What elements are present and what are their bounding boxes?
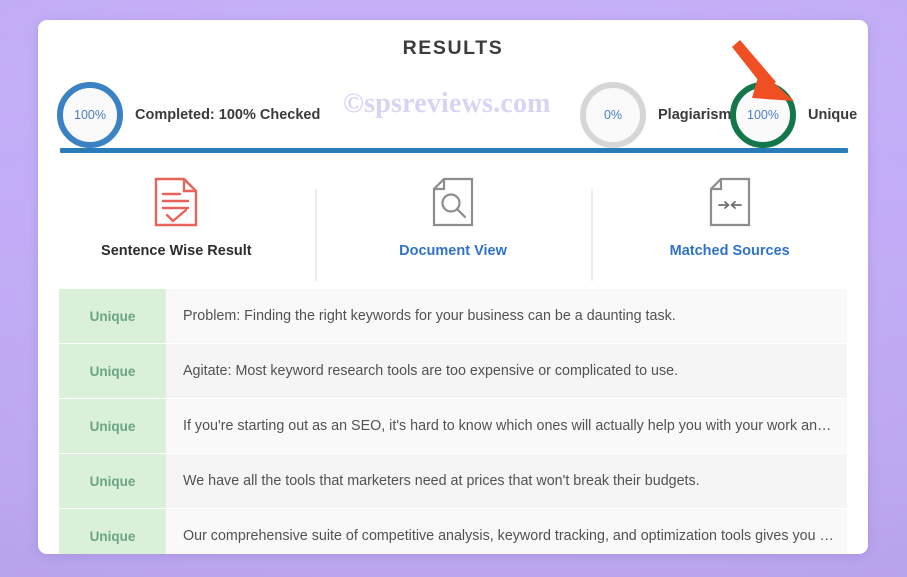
tab-label-document-view: Document View [399,243,507,259]
tab-label-sentence-wise-result: Sentence Wise Result [101,243,252,259]
status-badge: Unique [59,344,166,398]
status-badge: Unique [59,399,166,453]
sentence-text: If you're starting out as an SEO, it's h… [183,418,832,434]
results-tabs: Sentence Wise Result Document View Match… [38,175,868,281]
table-row[interactable]: Unique Problem: Finding the right keywor… [59,289,847,343]
completed-label: Completed: 100% Checked [135,107,321,123]
unique-percent: 100% [747,108,779,122]
completed-progress-ring: 100% [57,82,123,148]
document-search-icon [432,175,474,229]
document-arrows-icon [709,175,751,229]
table-row[interactable]: Unique Our comprehensive suite of compet… [59,509,847,554]
plagiarism-progress-ring: 0% [580,82,646,148]
status-badge: Unique [59,454,166,508]
tab-document-view[interactable]: Document View [314,175,592,281]
watermark: ©spsreviews.com [343,88,551,119]
sentence-text: Agitate: Most keyword research tools are… [183,363,679,379]
sentence-results-list: Unique Problem: Finding the right keywor… [59,289,847,554]
sentence-text: We have all the tools that marketers nee… [183,473,700,489]
plagiarism-percent: 0% [603,108,623,122]
stat-plagiarism: 0% Plagiarism [580,82,731,148]
tab-sentence-wise-result[interactable]: Sentence Wise Result [38,175,315,280]
table-row[interactable]: Unique We have all the tools that market… [59,454,847,508]
table-row[interactable]: Unique If you're starting out as an SEO,… [59,399,847,453]
table-row[interactable]: Unique Agitate: Most keyword research to… [59,344,847,398]
tab-label-matched-sources: Matched Sources [669,243,790,259]
document-lines-check-icon [154,175,198,229]
results-card: RESULTS ©spsreviews.com 100% Completed: … [38,20,868,554]
completed-percent: 100% [74,108,106,122]
plagiarism-label: Plagiarism [658,107,732,123]
stat-completed: 100% Completed: 100% Checked [57,82,320,148]
unique-progress-ring: 100% [730,82,796,148]
section-divider [60,148,848,153]
status-badge: Unique [59,509,166,554]
tab-matched-sources[interactable]: Matched Sources [591,175,868,281]
unique-label: Unique [808,107,858,123]
page-title: RESULTS [402,37,504,59]
sentence-text: Problem: Finding the right keywords for … [183,308,676,324]
sentence-text: Our comprehensive suite of competitive a… [183,528,834,544]
stat-unique: 100% Unique [730,82,857,148]
status-badge: Unique [59,289,166,343]
